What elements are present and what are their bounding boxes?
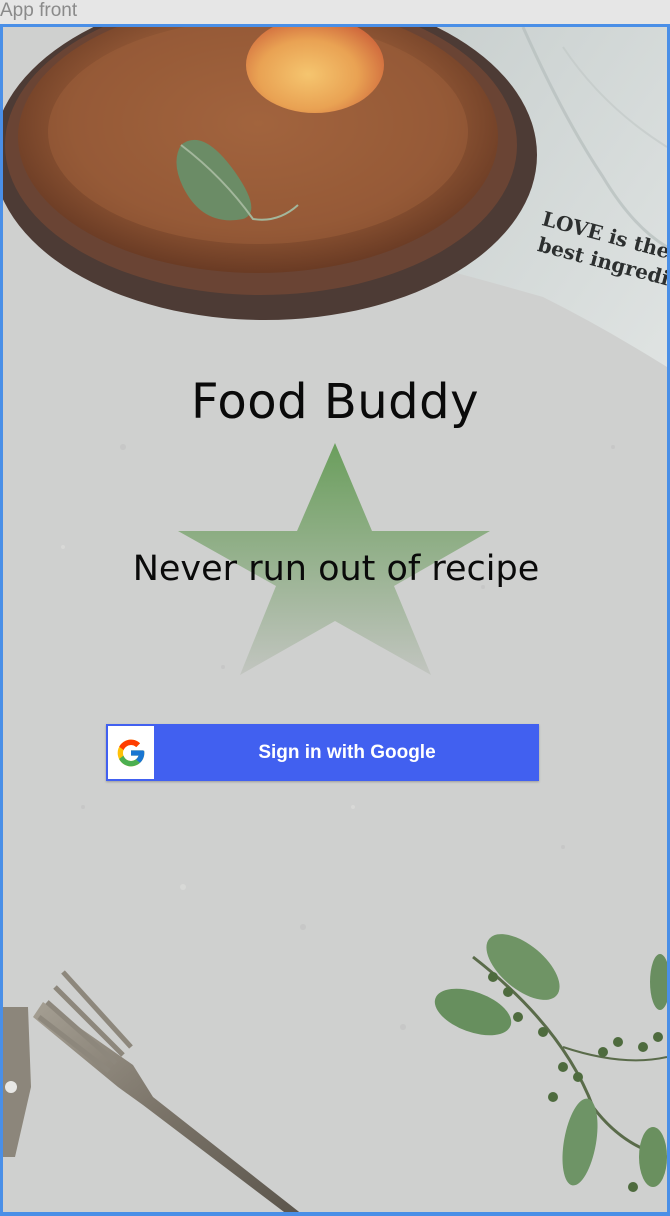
google-g-icon [117, 739, 145, 767]
app-tagline: Never run out of recipe [132, 549, 540, 589]
app-title: Food Buddy [190, 374, 480, 430]
google-logo-box [108, 726, 154, 779]
google-signin-label: Sign in with Google [258, 742, 436, 763]
app-window: LOVE is the best ingredi Food Buddy Neve… [0, 24, 670, 1216]
google-signin-button[interactable]: Sign in with Google [106, 724, 539, 781]
window-titlebar: App front [0, 0, 670, 24]
napkin-print: LOVE is the best ingredi [535, 206, 667, 287]
window-title: App front [0, 0, 78, 21]
